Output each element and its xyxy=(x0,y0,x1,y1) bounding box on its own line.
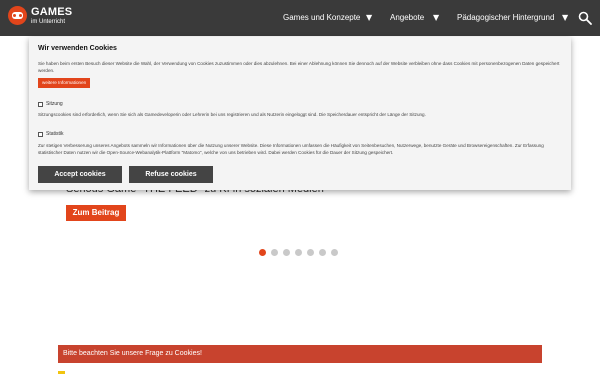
accent-bar xyxy=(58,371,65,374)
carousel-dot[interactable] xyxy=(319,249,326,256)
refuse-cookies-button[interactable]: Refuse cookies xyxy=(129,166,213,183)
carousel-dot[interactable] xyxy=(283,249,290,256)
option-label: Statistik xyxy=(46,131,64,137)
accept-cookies-button[interactable]: Accept cookies xyxy=(38,166,122,183)
carousel-dot[interactable] xyxy=(259,249,266,256)
option-description: Sitzungscookies sind erforderlich, wenn … xyxy=(38,112,426,117)
statistik-checkbox[interactable] xyxy=(38,131,43,137)
sitzung-checkbox[interactable] xyxy=(38,101,43,107)
option-sitzung[interactable]: Sitzung xyxy=(38,101,63,107)
chevron-down-icon[interactable]: ▼ xyxy=(562,13,568,22)
chevron-down-icon[interactable]: ▼ xyxy=(433,13,439,22)
zum-beitrag-button[interactable]: Zum Beitrag xyxy=(66,205,126,221)
nav-item-games-und-konzepte[interactable]: Games und Konzepte xyxy=(283,13,360,22)
search-icon[interactable] xyxy=(578,11,592,25)
cookie-dialog-title: Wir verwenden Cookies xyxy=(38,45,117,52)
carousel-dot[interactable] xyxy=(295,249,302,256)
carousel-pagination xyxy=(259,249,338,256)
site-logo[interactable]: GAMES im Unterricht xyxy=(8,6,72,25)
nav-item-angebote[interactable]: Angebote xyxy=(390,13,424,22)
carousel-dot[interactable] xyxy=(331,249,338,256)
carousel-dot[interactable] xyxy=(307,249,314,256)
logo-title: GAMES xyxy=(31,5,73,18)
option-statistik[interactable]: Statistik xyxy=(38,131,64,137)
nav-item-paedagogischer-hintergrund[interactable]: Pädagogischer Hintergrund xyxy=(457,13,554,22)
cookie-consent-dialog: Wir verwenden Cookies Sie haben beim ers… xyxy=(29,37,571,190)
carousel-dot[interactable] xyxy=(271,249,278,256)
logo-subtitle: im Unterricht xyxy=(31,18,66,25)
cookie-intro-text: Sie haben beim ersten Besuch dieser Webs… xyxy=(38,61,560,73)
gamepad-icon xyxy=(8,6,27,25)
top-navigation-bar: GAMES im Unterricht Games und Konzepte ▼… xyxy=(0,0,600,36)
chevron-down-icon[interactable]: ▼ xyxy=(366,13,372,22)
cookie-notice-bar[interactable]: Bitte beachten Sie unsere Frage zu Cooki… xyxy=(58,345,542,363)
option-label: Sitzung xyxy=(46,101,63,107)
more-info-button[interactable]: weitere Informationen xyxy=(38,78,91,88)
option-description: Zur stetigen Verbesserung unseres Angebo… xyxy=(38,143,544,155)
